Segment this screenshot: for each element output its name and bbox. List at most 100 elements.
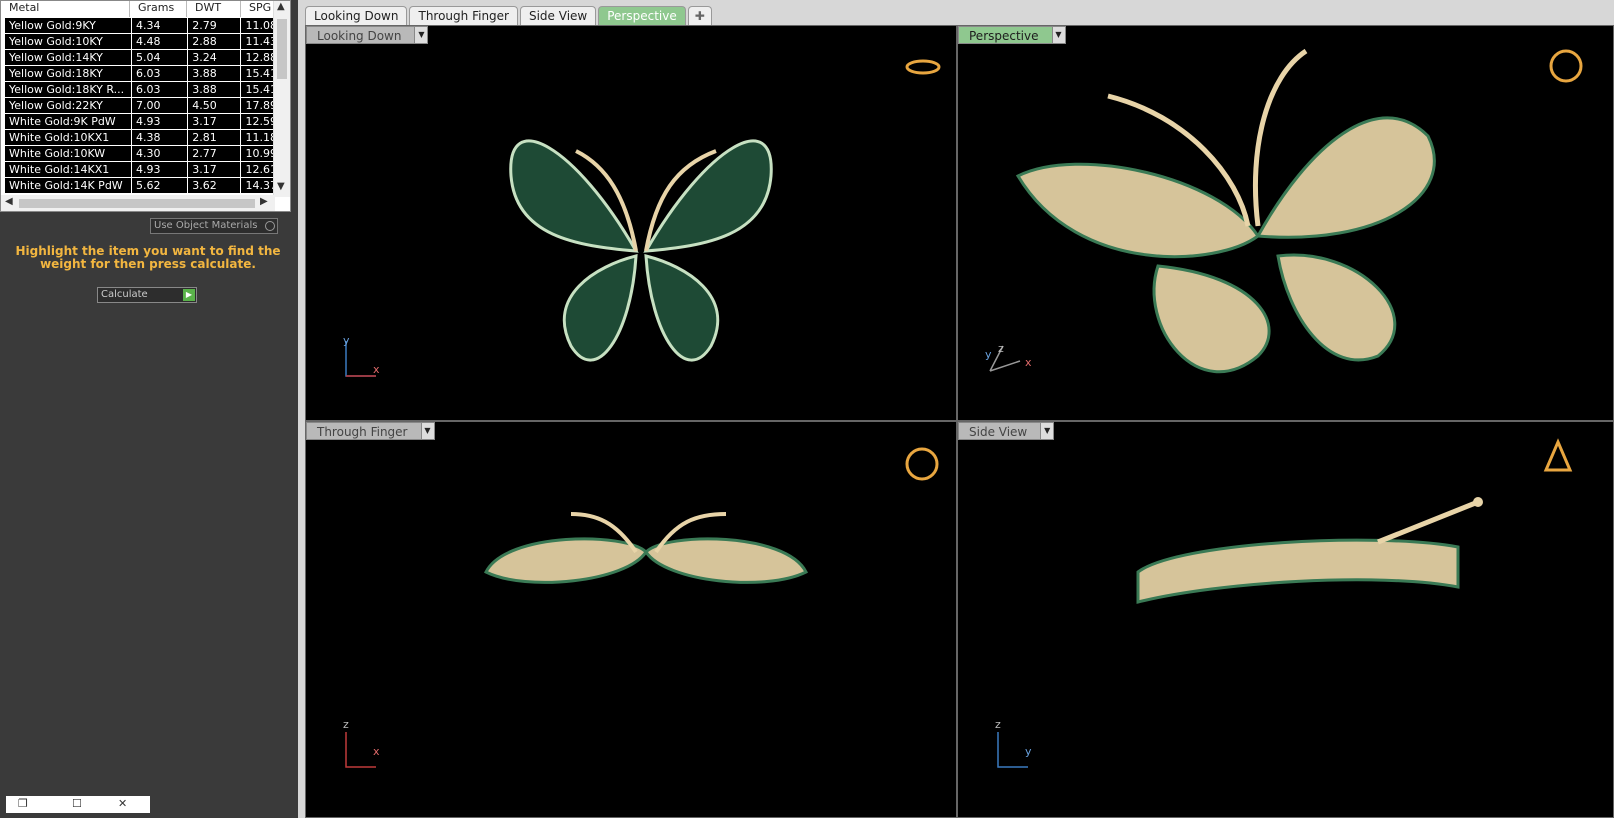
table-row[interactable]: Yellow Gold:18KY 6.03 3.88 15.41: [5, 66, 276, 82]
column-header-metal[interactable]: Metal: [1, 1, 130, 17]
tab-side-view[interactable]: Side View: [519, 6, 597, 25]
dropdown-arrow-icon[interactable]: ▼: [1051, 27, 1065, 43]
table-row[interactable]: White Gold:10KX1 4.38 2.81 11.18: [5, 130, 276, 146]
table-cell: 11.08: [241, 18, 276, 33]
table-cell: 2.77: [188, 146, 242, 161]
axis-label-x: x: [373, 363, 380, 376]
metal-weight-table: Metal Grams DWT SPG Yellow Gold:9KY 4.34 2…: [0, 0, 291, 212]
table-cell: 17.89: [241, 98, 276, 113]
table-cell: 4.93: [132, 114, 189, 129]
table-cell: 6.03: [132, 82, 189, 97]
tab-perspective[interactable]: Perspective: [598, 6, 686, 25]
table-row[interactable]: Yellow Gold:10KY 4.48 2.88 11.43: [5, 34, 276, 50]
axis-label-z: z: [998, 342, 1004, 355]
dropdown-arrow-icon[interactable]: ▼: [420, 423, 434, 439]
table-cell: 14.37: [241, 178, 276, 193]
table-header: Metal Grams DWT SPG: [1, 1, 275, 17]
horizontal-scrollbar[interactable]: ◀ ▶: [1, 195, 275, 211]
table-cell: 3.62: [188, 178, 242, 193]
dropdown-arrow-icon[interactable]: ▼: [1040, 423, 1054, 439]
table-cell: Yellow Gold:18KY: [5, 66, 133, 81]
checkbox-icon[interactable]: [265, 221, 275, 231]
table-cell: Yellow Gold:10KY: [5, 34, 133, 49]
table-cell: 7.00: [132, 98, 189, 113]
add-tab-icon[interactable]: ✚: [687, 6, 712, 25]
axis-label-z: z: [343, 718, 349, 731]
table-cell: 12.88: [241, 50, 276, 65]
use-object-materials-checkbox[interactable]: Use Object Materials: [150, 218, 278, 234]
table-cell: Yellow Gold:22KY: [5, 98, 133, 113]
axis-label-x: x: [1025, 356, 1032, 369]
table-cell: 3.17: [188, 114, 242, 129]
table-cell: 4.34: [132, 18, 189, 33]
scroll-right-icon[interactable]: ▶: [260, 196, 268, 207]
table-cell: 5.62: [132, 178, 189, 193]
table-row[interactable]: White Gold:14KX1 4.93 3.17 12.61: [5, 162, 276, 178]
table-cell: 3.24: [188, 50, 242, 65]
table-cell: 12.61: [241, 162, 276, 177]
viewport-title: Side View: [969, 425, 1028, 439]
butterfly-perspective-view: [989, 48, 1583, 373]
butterfly-front-view: [345, 447, 939, 768]
table-cell: 11.43: [241, 34, 276, 49]
viewport-side-view[interactable]: Side View ▼ z y: [957, 421, 1614, 818]
table-row[interactable]: Yellow Gold:9KY 4.34 2.79 11.08: [5, 18, 276, 34]
viewport-tabs: Looking Down Through Finger Side View Pe…: [305, 6, 714, 25]
table-row[interactable]: Yellow Gold:14KY 5.04 3.24 12.88: [5, 50, 276, 66]
butterfly-top-view: [345, 59, 941, 377]
butterfly-side-view: [997, 438, 1573, 768]
calculate-label: Calculate: [101, 289, 148, 300]
tab-through-finger[interactable]: Through Finger: [409, 6, 518, 25]
table-cell: 4.93: [132, 162, 189, 177]
table-row[interactable]: White Gold:14K PdW 5.62 3.62 14.37: [5, 178, 276, 194]
viewport-title: Through Finger: [317, 425, 408, 439]
table-row[interactable]: Yellow Gold:22KY 7.00 4.50 17.89: [5, 98, 276, 114]
table-cell: 4.38: [132, 130, 189, 145]
left-panel: Metal Grams DWT SPG Yellow Gold:9KY 4.34 2…: [0, 0, 298, 818]
table-cell: 2.88: [188, 34, 242, 49]
restore-window-icon[interactable]: ❐: [18, 797, 28, 810]
viewport-title: Looking Down: [317, 29, 402, 43]
scroll-down-icon[interactable]: ▼: [277, 181, 285, 192]
scroll-up-icon[interactable]: ▲: [277, 1, 285, 12]
table-cell: 10.99: [241, 146, 276, 161]
axis-label-y: y: [1025, 745, 1032, 758]
table-row[interactable]: White Gold:10KW 4.30 2.77 10.99: [5, 146, 276, 162]
table-cell: 2.79: [188, 18, 242, 33]
scroll-left-icon[interactable]: ◀: [5, 196, 13, 207]
tab-looking-down[interactable]: Looking Down: [305, 6, 408, 25]
viewport-title: Perspective: [969, 29, 1039, 43]
table-cell: White Gold:14KX1: [5, 162, 133, 177]
maximize-window-icon[interactable]: ☐: [72, 797, 82, 810]
table-cell: 15.41: [241, 82, 276, 97]
window-controls: ❐ ☐ ✕: [6, 796, 150, 813]
viewport-label-side-view[interactable]: Side View ▼: [958, 422, 1055, 440]
viewport-label-perspective[interactable]: Perspective ▼: [958, 26, 1066, 44]
column-header-dwt[interactable]: DWT: [187, 1, 241, 17]
table-row[interactable]: White Gold:9K PdW 4.93 3.17 12.59: [5, 114, 276, 130]
calculate-button[interactable]: Calculate ▶: [97, 287, 197, 303]
column-header-spg[interactable]: SPG: [241, 1, 275, 17]
table-cell: Yellow Gold:9KY: [5, 18, 133, 33]
viewport-through-finger[interactable]: Through Finger ▼ z x: [305, 421, 957, 818]
table-cell: 11.18: [241, 130, 276, 145]
play-icon[interactable]: ▶: [183, 289, 195, 301]
viewport-looking-down[interactable]: Looking Down ▼ y x: [305, 25, 957, 421]
table-cell: White Gold:14K PdW: [5, 178, 133, 193]
horizontal-scroll-thumb[interactable]: [19, 199, 255, 208]
close-window-icon[interactable]: ✕: [118, 797, 127, 810]
viewport-label-through-finger[interactable]: Through Finger ▼: [306, 422, 435, 440]
column-header-grams[interactable]: Grams: [130, 1, 187, 17]
table-cell: 2.81: [188, 130, 242, 145]
table-cell: 15.41: [241, 66, 276, 81]
viewport-perspective[interactable]: Perspective ▼ z x y: [957, 25, 1614, 421]
vertical-scroll-thumb[interactable]: [277, 19, 287, 79]
table-cell: 5.04: [132, 50, 189, 65]
viewport-label-looking-down[interactable]: Looking Down ▼: [306, 26, 429, 44]
table-cell: 4.30: [132, 146, 189, 161]
vertical-scrollbar[interactable]: ▲ ▼: [273, 1, 290, 197]
table-cell: 12.59: [241, 114, 276, 129]
table-cell: 3.17: [188, 162, 242, 177]
dropdown-arrow-icon[interactable]: ▼: [414, 27, 428, 43]
table-row[interactable]: Yellow Gold:18KY R... 6.03 3.88 15.41: [5, 82, 276, 98]
